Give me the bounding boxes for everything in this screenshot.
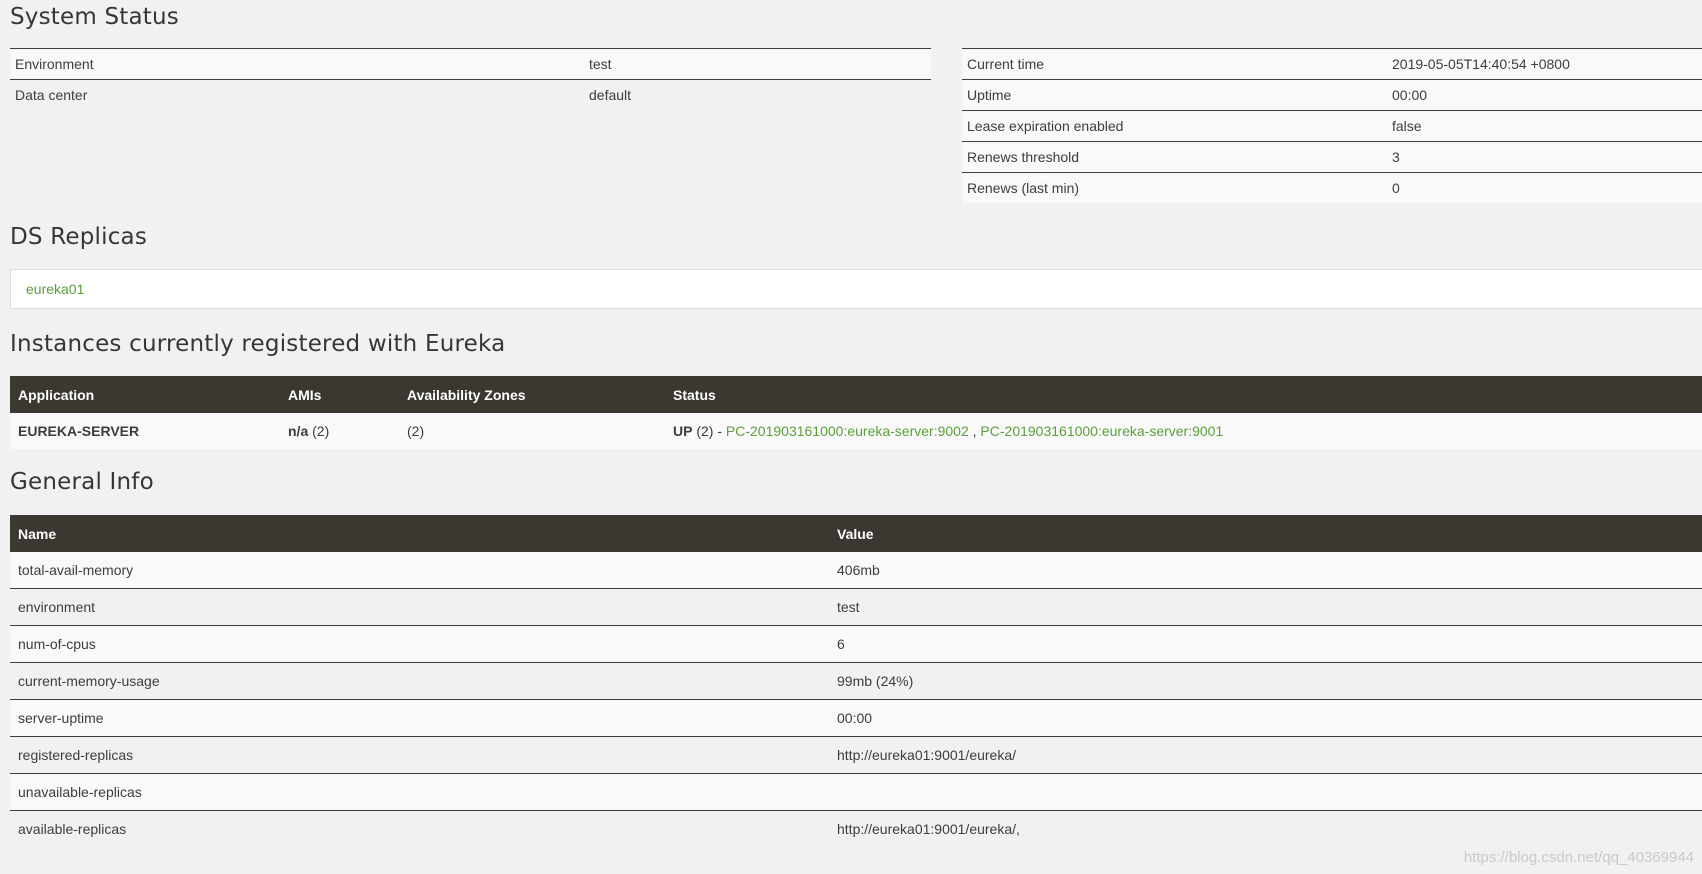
status-up-label: UP [673, 423, 693, 439]
info-value: http://eureka01:9001/eureka/ [829, 736, 1702, 774]
replica-link-eureka01[interactable]: eureka01 [26, 281, 84, 297]
row-value: 2019-05-05T14:40:54 +0800 [1392, 56, 1570, 72]
system-row-data-center: Data center default [10, 79, 931, 110]
status-count: (2) - [696, 423, 723, 439]
row-label: Current time [967, 56, 1045, 72]
eureka-dashboard: System Status Environment test Data cent… [0, 0, 1702, 874]
table-row: server-uptime 00:00 [10, 699, 1702, 737]
row-value: 0 [1392, 180, 1400, 196]
info-name: unavailable-replicas [10, 773, 829, 811]
info-value: 99mb (24%) [829, 662, 1702, 700]
system-status-right-table: Current time 2019-05-05T14:40:54 +0800 U… [962, 48, 1702, 203]
instance-link-9002[interactable]: PC-201903161000:eureka-server:9002 [726, 423, 969, 439]
table-row: num-of-cpus 6 [10, 625, 1702, 663]
row-value: 3 [1392, 149, 1400, 165]
row-label: Lease expiration enabled [967, 118, 1124, 134]
info-value: http://eureka01:9001/eureka/, [829, 810, 1702, 847]
info-name: total-avail-memory [10, 552, 829, 589]
row-label: Data center [15, 87, 88, 103]
amis-count: (2) [312, 423, 330, 439]
info-value [829, 773, 1702, 811]
general-info-table: Name Value total-avail-memory 406mb envi… [10, 515, 1702, 847]
system-row-renews-threshold: Renews threshold 3 [962, 141, 1702, 173]
info-name: current-memory-usage [10, 662, 829, 700]
info-value: test [829, 588, 1702, 626]
row-value: test [589, 56, 612, 72]
system-row-uptime: Uptime 00:00 [962, 79, 1702, 111]
amis-value: n/a [288, 423, 309, 439]
general-info-title: General Info [10, 469, 154, 495]
info-value: 406mb [829, 552, 1702, 589]
watermark-text: https://blog.csdn.net/qq_40369944 [1463, 849, 1694, 866]
col-header-status: Status [665, 376, 1702, 413]
system-row-environment: Environment test [10, 48, 931, 80]
system-row-renews-last-min: Renews (last min) 0 [962, 172, 1702, 203]
table-row: unavailable-replicas [10, 773, 1702, 811]
ds-replicas-title: DS Replicas [10, 224, 148, 250]
ds-replicas-list: eureka01 [10, 269, 1702, 309]
row-label: Renews threshold [967, 149, 1080, 165]
system-status-title: System Status [10, 4, 179, 30]
table-row: environment test [10, 588, 1702, 626]
table-row: total-avail-memory 406mb [10, 552, 1702, 589]
instance-link-9001[interactable]: PC-201903161000:eureka-server:9001 [980, 423, 1223, 439]
col-header-name: Name [10, 515, 829, 552]
general-header-row: Name Value [10, 515, 1702, 552]
zones-cell: (2) [399, 413, 665, 449]
status-cell: UP (2) - PC-201903161000:eureka-server:9… [665, 413, 1702, 449]
row-value: default [589, 87, 632, 103]
system-status-left-table: Environment test Data center default [10, 48, 931, 110]
col-header-availability-zones: Availability Zones [399, 376, 665, 413]
info-name: num-of-cpus [10, 625, 829, 663]
table-row: available-replicas http://eureka01:9001/… [10, 810, 1702, 847]
row-label: Renews (last min) [967, 180, 1080, 196]
row-label: Uptime [967, 87, 1012, 103]
col-header-value: Value [829, 515, 1702, 552]
instances-table: Application AMIs Availability Zones Stat… [10, 376, 1702, 449]
table-row: current-memory-usage 99mb (24%) [10, 662, 1702, 700]
instances-header-row: Application AMIs Availability Zones Stat… [10, 376, 1702, 413]
info-name: available-replicas [10, 810, 829, 847]
link-separator: , [972, 423, 977, 439]
system-row-lease-expiration: Lease expiration enabled false [962, 110, 1702, 142]
amis-cell: n/a (2) [280, 413, 399, 449]
system-row-current-time: Current time 2019-05-05T14:40:54 +0800 [962, 48, 1702, 80]
row-value: false [1392, 118, 1422, 134]
info-name: registered-replicas [10, 736, 829, 774]
application-name: EUREKA-SERVER [10, 413, 280, 449]
info-name: environment [10, 588, 829, 626]
row-label: Environment [15, 56, 94, 72]
table-row: registered-replicas http://eureka01:9001… [10, 736, 1702, 774]
row-value: 00:00 [1392, 87, 1428, 103]
col-header-application: Application [10, 376, 280, 413]
info-value: 6 [829, 625, 1702, 663]
instances-title: Instances currently registered with Eure… [10, 331, 506, 357]
info-value: 00:00 [829, 699, 1702, 737]
info-name: server-uptime [10, 699, 829, 737]
col-header-amis: AMIs [280, 376, 399, 413]
table-row: EUREKA-SERVER n/a (2) (2) UP (2) - PC-20… [10, 413, 1702, 449]
